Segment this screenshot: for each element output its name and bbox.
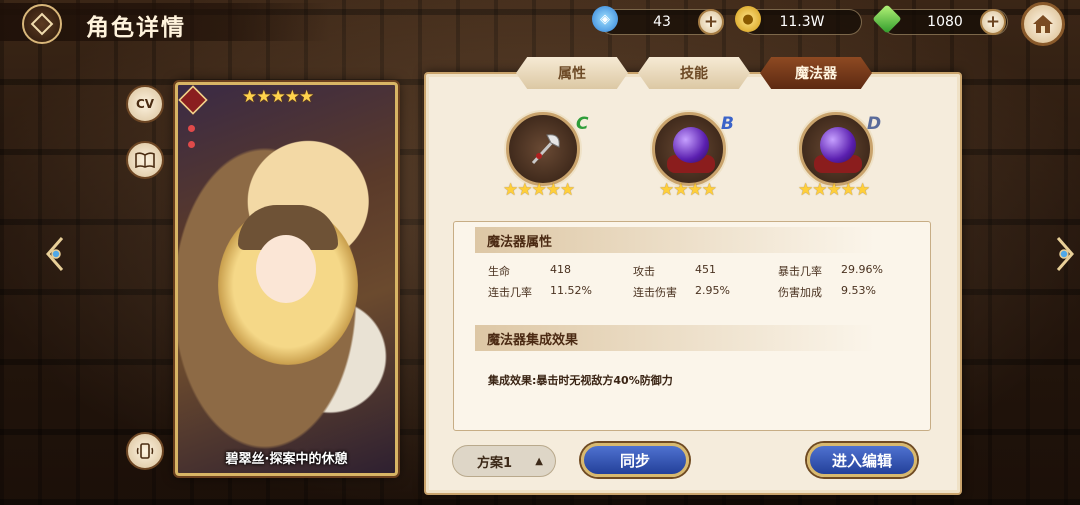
element-emblem-icon bbox=[178, 85, 208, 115]
add-water-button[interactable]: + bbox=[698, 9, 724, 35]
stat-label: 暴击几率 bbox=[778, 265, 822, 278]
magic-item-3-stars: ★★★★★ bbox=[798, 180, 870, 200]
caret-up-icon: ▲ bbox=[535, 455, 543, 467]
axe-icon bbox=[531, 134, 560, 165]
rank-gem-icon bbox=[188, 141, 195, 148]
plan-dropdown[interactable]: 方案1 ▲ bbox=[452, 445, 556, 477]
top-bar: 角色详情 43 ◈ + 11.3W ● 1080 + bbox=[0, 0, 1080, 46]
gold-coin-icon: ● bbox=[735, 6, 761, 32]
stat-value: 11.52% bbox=[550, 284, 592, 297]
page-title: 角色详情 bbox=[86, 15, 186, 41]
back-button[interactable] bbox=[22, 4, 62, 44]
stat-value: 418 bbox=[550, 263, 571, 276]
home-button[interactable] bbox=[1021, 2, 1065, 46]
tab-skills-label: 技能 bbox=[680, 66, 708, 82]
card-rarity-stars: ★★★★★ bbox=[242, 87, 314, 107]
stat-value: 451 bbox=[695, 263, 716, 276]
rotate-card-button[interactable] bbox=[126, 432, 164, 470]
tab-magic-item-label: 魔法器 bbox=[795, 66, 837, 82]
stat-value: 2.95% bbox=[695, 284, 730, 297]
magic-item-1-stars: ★★★★★ bbox=[503, 180, 575, 200]
resource-gold-value: 11.3W bbox=[779, 14, 825, 30]
tab-skills[interactable]: 技能 bbox=[638, 57, 750, 89]
story-book-button[interactable] bbox=[126, 141, 164, 179]
stat-value: 29.96% bbox=[841, 263, 883, 276]
set-effect-text: 集成效果:暴击时无视敌方40%防御力 bbox=[488, 374, 673, 387]
cv-button[interactable]: CV bbox=[126, 85, 164, 123]
tab-attributes-label: 属性 bbox=[558, 66, 586, 82]
magic-item-3-grade: D bbox=[867, 114, 882, 134]
magic-item-slot-2[interactable] bbox=[652, 112, 726, 186]
enter-edit-button[interactable]: 进入编辑 bbox=[807, 443, 917, 477]
back-diamond-icon bbox=[30, 12, 54, 36]
sync-button[interactable]: 同步 bbox=[581, 443, 689, 477]
stat-value: 9.53% bbox=[841, 284, 876, 297]
add-gem-button[interactable]: + bbox=[980, 9, 1006, 35]
cv-label: CV bbox=[135, 97, 155, 111]
magic-item-2-grade: B bbox=[721, 114, 734, 134]
chevron-right-icon bbox=[1056, 237, 1074, 271]
magic-item-1-grade: C bbox=[576, 114, 589, 134]
crystal-orb-icon bbox=[820, 127, 856, 163]
card-character-name: 碧翠丝·探案中的休憩 bbox=[225, 452, 348, 467]
prev-character-button[interactable] bbox=[44, 236, 66, 272]
stat-label: 伤害加成 bbox=[778, 286, 822, 299]
tab-magic-item[interactable]: 魔法器 bbox=[760, 57, 872, 89]
resource-water-value: 43 bbox=[653, 14, 671, 30]
magic-item-slot-1[interactable] bbox=[506, 112, 580, 186]
crystal-orb-icon bbox=[673, 127, 709, 163]
book-icon bbox=[135, 152, 155, 168]
attributes-section-title: 魔法器属性 bbox=[475, 227, 875, 253]
magic-item-slot-3[interactable] bbox=[799, 112, 873, 186]
chevron-left-icon bbox=[46, 237, 64, 271]
sync-button-label: 同步 bbox=[619, 451, 650, 470]
stat-label: 连击伤害 bbox=[633, 286, 677, 299]
next-character-button[interactable] bbox=[1054, 236, 1076, 272]
stat-label: 连击几率 bbox=[488, 286, 532, 299]
stat-label: 攻击 bbox=[633, 265, 655, 278]
character-card[interactable]: ★★★★★ 碧翠丝·探案中的休憩 bbox=[175, 82, 398, 476]
home-icon bbox=[1033, 15, 1053, 33]
tab-attributes[interactable]: 属性 bbox=[516, 57, 628, 89]
stat-label: 生命 bbox=[488, 265, 510, 278]
water-drop-icon: ◈ bbox=[592, 6, 618, 32]
set-effect-section-title: 魔法器集成效果 bbox=[475, 325, 875, 351]
magic-item-2-stars: ★★★★ bbox=[659, 180, 717, 200]
rotate-icon bbox=[136, 443, 154, 459]
rank-gem-icon bbox=[188, 125, 195, 132]
enter-edit-button-label: 进入编辑 bbox=[831, 451, 892, 470]
plan-dropdown-label: 方案1 bbox=[477, 455, 513, 471]
character-face bbox=[256, 235, 316, 303]
resource-gem-value: 1080 bbox=[927, 14, 963, 30]
